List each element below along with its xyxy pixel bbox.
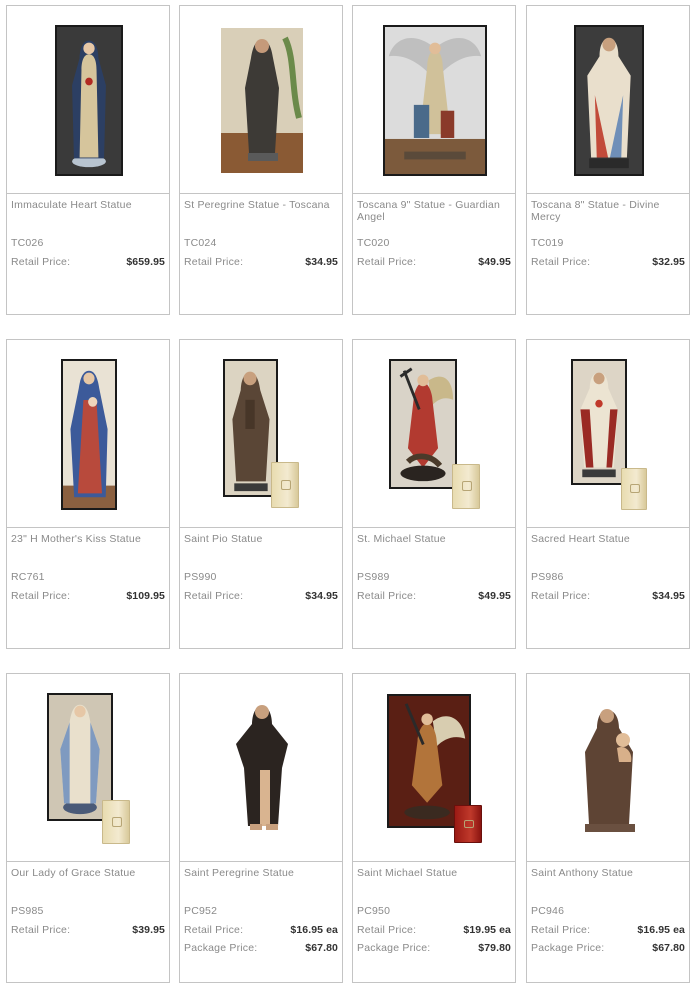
- product-image-area[interactable]: [527, 674, 689, 862]
- retail-price-value: $34.95: [652, 590, 685, 602]
- retail-price-value: $49.95: [478, 590, 511, 602]
- gift-box-icon: [102, 800, 130, 844]
- product-name[interactable]: Saint Peregrine Statue: [184, 867, 336, 879]
- retail-price-label: Retail Price:: [531, 256, 591, 268]
- gift-box-icon: [271, 462, 299, 508]
- package-price-label: Package Price:: [531, 942, 605, 954]
- gift-box-icon: [621, 468, 647, 510]
- retail-price-label: Retail Price:: [357, 256, 417, 268]
- product-card[interactable]: St Peregrine Statue - Toscana TC024 Reta…: [179, 5, 343, 315]
- retail-price-label: Retail Price:: [357, 924, 417, 936]
- product-sku: PS985: [11, 905, 44, 917]
- retail-price-label: Retail Price:: [531, 924, 591, 936]
- product-name[interactable]: Sacred Heart Statue: [531, 533, 683, 545]
- product-card[interactable]: 23" H Mother's Kiss Statue RC761 Retail …: [6, 339, 170, 649]
- product-image-area[interactable]: [7, 674, 169, 862]
- product-name[interactable]: 23" H Mother's Kiss Statue: [11, 533, 163, 545]
- product-card[interactable]: St. Michael Statue PS989 Retail Price: $4…: [352, 339, 516, 649]
- gift-box-icon: [452, 464, 480, 509]
- product-card[interactable]: Saint Pio Statue PS990 Retail Price: $34.…: [179, 339, 343, 649]
- retail-price-label: Retail Price:: [184, 256, 244, 268]
- madonna-statue-icon: [55, 25, 123, 176]
- product-image-area[interactable]: [180, 674, 342, 862]
- retail-price-value: $109.95: [126, 590, 165, 602]
- retail-price-label: Retail Price:: [11, 590, 71, 602]
- product-card[interactable]: Immaculate Heart Statue TC026 Retail Pri…: [6, 5, 170, 315]
- retail-price-value: $49.95: [478, 256, 511, 268]
- product-sku: TC024: [184, 237, 217, 249]
- product-image-area[interactable]: [180, 6, 342, 194]
- product-name[interactable]: Saint Michael Statue: [357, 867, 509, 879]
- package-price-value: $79.80: [478, 942, 511, 954]
- retail-price-value: $16.95 ea: [290, 924, 338, 936]
- retail-price-value: $16.95 ea: [637, 924, 685, 936]
- saint-statue-icon: [221, 28, 303, 173]
- product-image-area[interactable]: [353, 6, 515, 194]
- product-image-area[interactable]: [353, 340, 515, 528]
- product-image-area[interactable]: [527, 6, 689, 194]
- package-price-value: $67.80: [652, 942, 685, 954]
- archangel-statue-icon: [389, 359, 457, 489]
- retail-price-label: Retail Price:: [11, 924, 71, 936]
- product-name[interactable]: Our Lady of Grace Statue: [11, 867, 163, 879]
- package-price-value: $67.80: [305, 942, 338, 954]
- product-sku: PC952: [184, 905, 218, 917]
- saint-statue-icon: [577, 700, 643, 836]
- product-sku: PS990: [184, 571, 217, 583]
- product-name[interactable]: St Peregrine Statue - Toscana: [184, 199, 336, 211]
- product-sku: PC950: [357, 905, 391, 917]
- product-sku: PS989: [357, 571, 390, 583]
- product-name[interactable]: Toscana 9" Statue - Guardian Angel: [357, 199, 509, 223]
- retail-price-value: $34.95: [305, 590, 338, 602]
- retail-price-label: Retail Price:: [184, 924, 244, 936]
- product-image-area[interactable]: [527, 340, 689, 528]
- product-name[interactable]: St. Michael Statue: [357, 533, 509, 545]
- product-name[interactable]: Saint Pio Statue: [184, 533, 336, 545]
- jesus-statue-icon: [574, 25, 644, 176]
- product-card[interactable]: Saint Anthony Statue PC946 Retail Price:…: [526, 673, 690, 983]
- package-price-label: Package Price:: [357, 942, 431, 954]
- product-sku: TC026: [11, 237, 44, 249]
- retail-price-value: $659.95: [126, 256, 165, 268]
- retail-price-label: Retail Price:: [531, 590, 591, 602]
- product-name[interactable]: Saint Anthony Statue: [531, 867, 683, 879]
- product-card[interactable]: Sacred Heart Statue PS986 Retail Price: $…: [526, 339, 690, 649]
- package-price-label: Package Price:: [184, 942, 258, 954]
- product-card[interactable]: Toscana 8" Statue - Divine Mercy TC019 R…: [526, 5, 690, 315]
- retail-price-value: $19.95 ea: [463, 924, 511, 936]
- retail-price-label: Retail Price:: [357, 590, 417, 602]
- product-card[interactable]: Toscana 9" Statue - Guardian Angel TC020…: [352, 5, 516, 315]
- product-name[interactable]: Toscana 8" Statue - Divine Mercy: [531, 199, 683, 223]
- product-card[interactable]: Saint Peregrine Statue PC952 Retail Pric…: [179, 673, 343, 983]
- jesus-statue-icon: [571, 359, 627, 485]
- product-image-area[interactable]: [353, 674, 515, 862]
- product-sku: PC946: [531, 905, 565, 917]
- product-sku: TC019: [531, 237, 564, 249]
- product-card[interactable]: Our Lady of Grace Statue PS985 Retail Pr…: [6, 673, 170, 983]
- retail-price-label: Retail Price:: [11, 256, 71, 268]
- product-image-area[interactable]: [7, 340, 169, 528]
- product-card[interactable]: Saint Michael Statue PC950 Retail Price:…: [352, 673, 516, 983]
- product-image-area[interactable]: [7, 6, 169, 194]
- retail-price-label: Retail Price:: [184, 590, 244, 602]
- product-image-area[interactable]: [180, 340, 342, 528]
- product-sku: PS986: [531, 571, 564, 583]
- gift-box-icon: [454, 805, 482, 843]
- product-name[interactable]: Immaculate Heart Statue: [11, 199, 163, 211]
- madonna-child-statue-icon: [61, 359, 117, 510]
- retail-price-value: $39.95: [132, 924, 165, 936]
- retail-price-value: $34.95: [305, 256, 338, 268]
- product-sku: TC020: [357, 237, 390, 249]
- angel-statue-icon: [383, 25, 487, 176]
- saint-statue-icon: [228, 696, 296, 838]
- product-sku: RC761: [11, 571, 45, 583]
- retail-price-value: $32.95: [652, 256, 685, 268]
- saint-statue-icon: [223, 359, 278, 497]
